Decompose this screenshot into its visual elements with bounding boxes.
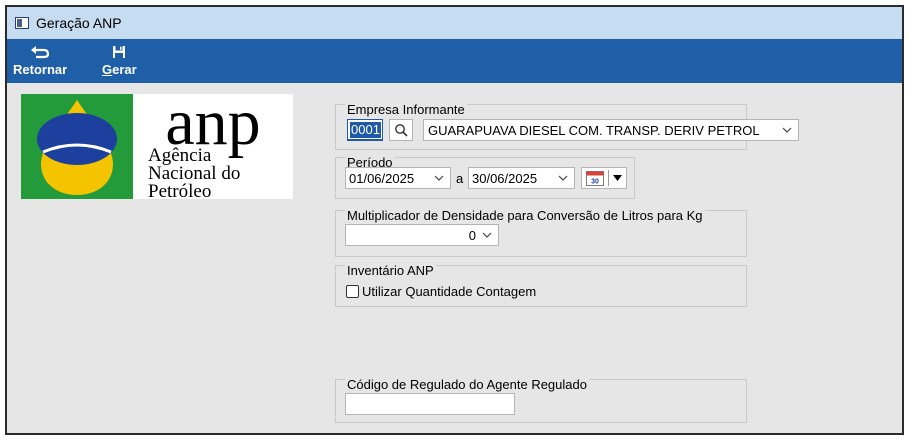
periodo-start-value: 01/06/2025 (349, 170, 415, 186)
anp-window: Geração ANP Retornar Gerar anp Agência N… (5, 5, 904, 435)
inventario-label: Inventário ANP (345, 263, 436, 278)
chevron-down-icon (482, 232, 492, 238)
periodo-end-value: 30/06/2025 (472, 170, 538, 186)
empresa-label: Empresa Informante (345, 102, 467, 117)
periodo-separator: a (456, 171, 464, 186)
calendar-button[interactable]: 30 (581, 167, 627, 189)
toolbar: Retornar Gerar (7, 39, 902, 83)
generate-label: Gerar (102, 62, 137, 77)
anp-logo-graphic: anp Agência Nacional do Petróleo (21, 86, 261, 202)
back-label: Retornar (13, 62, 68, 77)
window-icon (15, 17, 29, 29)
anp-logo: anp Agência Nacional do Petróleo (21, 86, 293, 202)
save-disk-icon (112, 43, 126, 61)
calendar-divider (608, 170, 609, 186)
empresa-name-select[interactable]: GUARAPUAVA DIESEL COM. TRANSP. DERIV PET… (423, 119, 799, 141)
empresa-name-value: GUARAPUAVA DIESEL COM. TRANSP. DERIV PET… (428, 122, 760, 138)
title-bar: Geração ANP (7, 7, 902, 39)
codigo-label: Código de Regulado do Agente Regulado (345, 377, 589, 392)
codigo-input[interactable] (345, 393, 515, 415)
generate-button[interactable]: Gerar (102, 43, 137, 77)
calendar-day: 30 (591, 178, 599, 185)
logo-line-3: Petróleo (148, 181, 211, 199)
calendar-icon: 30 (586, 170, 604, 186)
chevron-down-icon (558, 175, 568, 181)
chevron-down-icon (782, 127, 792, 133)
periodo-start-date[interactable]: 01/06/2025 (345, 167, 451, 189)
empresa-code-value: 0001 (350, 121, 381, 138)
window-title: Geração ANP (36, 15, 122, 31)
chevron-down-icon (434, 175, 444, 181)
densidade-input[interactable]: 0 (345, 224, 499, 246)
periodo-end-date[interactable]: 30/06/2025 (468, 167, 575, 189)
empresa-code-input[interactable]: 0001 (347, 119, 383, 141)
caret-down-icon (613, 175, 622, 181)
utilizar-contagem-checkbox[interactable] (346, 285, 359, 298)
empresa-search-button[interactable] (389, 119, 413, 141)
densidade-label: Multiplicador de Densidade para Conversã… (345, 208, 705, 223)
back-button[interactable]: Retornar (13, 43, 67, 77)
utilizar-contagem-label[interactable]: Utilizar Quantidade Contagem (362, 284, 536, 299)
return-arrow-icon (30, 43, 50, 61)
search-icon (395, 124, 408, 137)
densidade-value: 0 (468, 227, 476, 243)
